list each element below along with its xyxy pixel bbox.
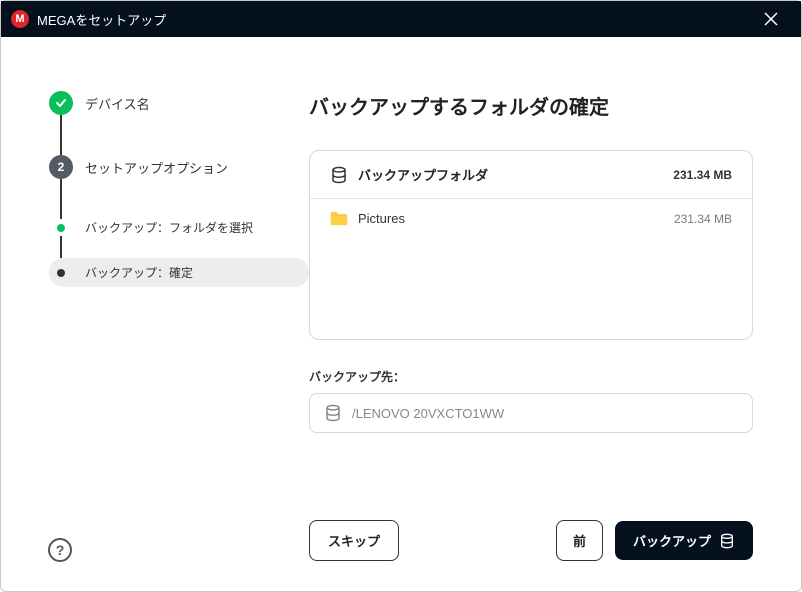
- substep-select-label: バックアップ：フォルダを選択: [85, 219, 253, 236]
- connector: [60, 179, 62, 219]
- check-icon: [49, 91, 73, 115]
- step-setup: 2 セットアップオプション: [49, 155, 309, 179]
- destination-path: /LENOVO 20VXCTO1WW: [352, 406, 504, 421]
- database-icon: [330, 166, 348, 184]
- substep-select: バックアップ：フォルダを選択: [49, 219, 309, 236]
- substep-confirm-label: バックアップ：確定: [85, 264, 193, 281]
- database-icon: [719, 533, 735, 549]
- footer-controls: スキップ 前 バックアップ: [309, 490, 753, 561]
- destination-field[interactable]: /LENOVO 20VXCTO1WW: [309, 393, 753, 433]
- folder-size: 231.34 MB: [674, 212, 732, 226]
- substep-confirm: バックアップ：確定: [49, 258, 309, 287]
- stepper-sidebar: デバイス名 2 セットアップオプション バックアップ：フォルダを選択 バックアッ…: [49, 91, 309, 561]
- step-device: デバイス名: [49, 91, 309, 115]
- skip-button[interactable]: スキップ: [309, 520, 399, 561]
- close-icon: [764, 12, 778, 26]
- connector: [60, 115, 62, 155]
- backup-button-label: バックアップ: [633, 531, 711, 550]
- folders-header-label: バックアップフォルダ: [358, 165, 488, 184]
- backup-button[interactable]: バックアップ: [615, 521, 753, 560]
- total-size: 231.34 MB: [673, 168, 732, 182]
- prev-button[interactable]: 前: [556, 520, 603, 561]
- database-icon: [324, 404, 342, 422]
- titlebar: M MEGAをセットアップ: [1, 1, 801, 37]
- window-title: MEGAをセットアップ: [37, 10, 166, 29]
- step-number-icon: 2: [49, 155, 73, 179]
- help-button[interactable]: ?: [48, 538, 72, 562]
- folder-icon: [330, 211, 348, 226]
- main-panel: バックアップするフォルダの確定 バックアップフォルダ 231.34 MB Pic…: [309, 91, 753, 561]
- folder-row[interactable]: Pictures 231.34 MB: [310, 199, 752, 238]
- destination-label: バックアップ先：: [309, 368, 753, 385]
- content-area: デバイス名 2 セットアップオプション バックアップ：フォルダを選択 バックアッ…: [1, 37, 801, 591]
- backup-folders-card: バックアップフォルダ 231.34 MB Pictures 231.34 MB: [309, 150, 753, 340]
- backup-folders-header: バックアップフォルダ 231.34 MB: [310, 151, 752, 199]
- step-device-label: デバイス名: [85, 94, 150, 113]
- dot-icon: [57, 224, 65, 232]
- page-heading: バックアップするフォルダの確定: [309, 91, 753, 120]
- close-button[interactable]: [753, 1, 789, 37]
- app-logo-icon: M: [11, 10, 29, 28]
- folder-name: Pictures: [358, 211, 405, 226]
- connector: [60, 236, 62, 258]
- step-setup-label: セットアップオプション: [85, 158, 228, 177]
- dot-icon: [57, 269, 65, 277]
